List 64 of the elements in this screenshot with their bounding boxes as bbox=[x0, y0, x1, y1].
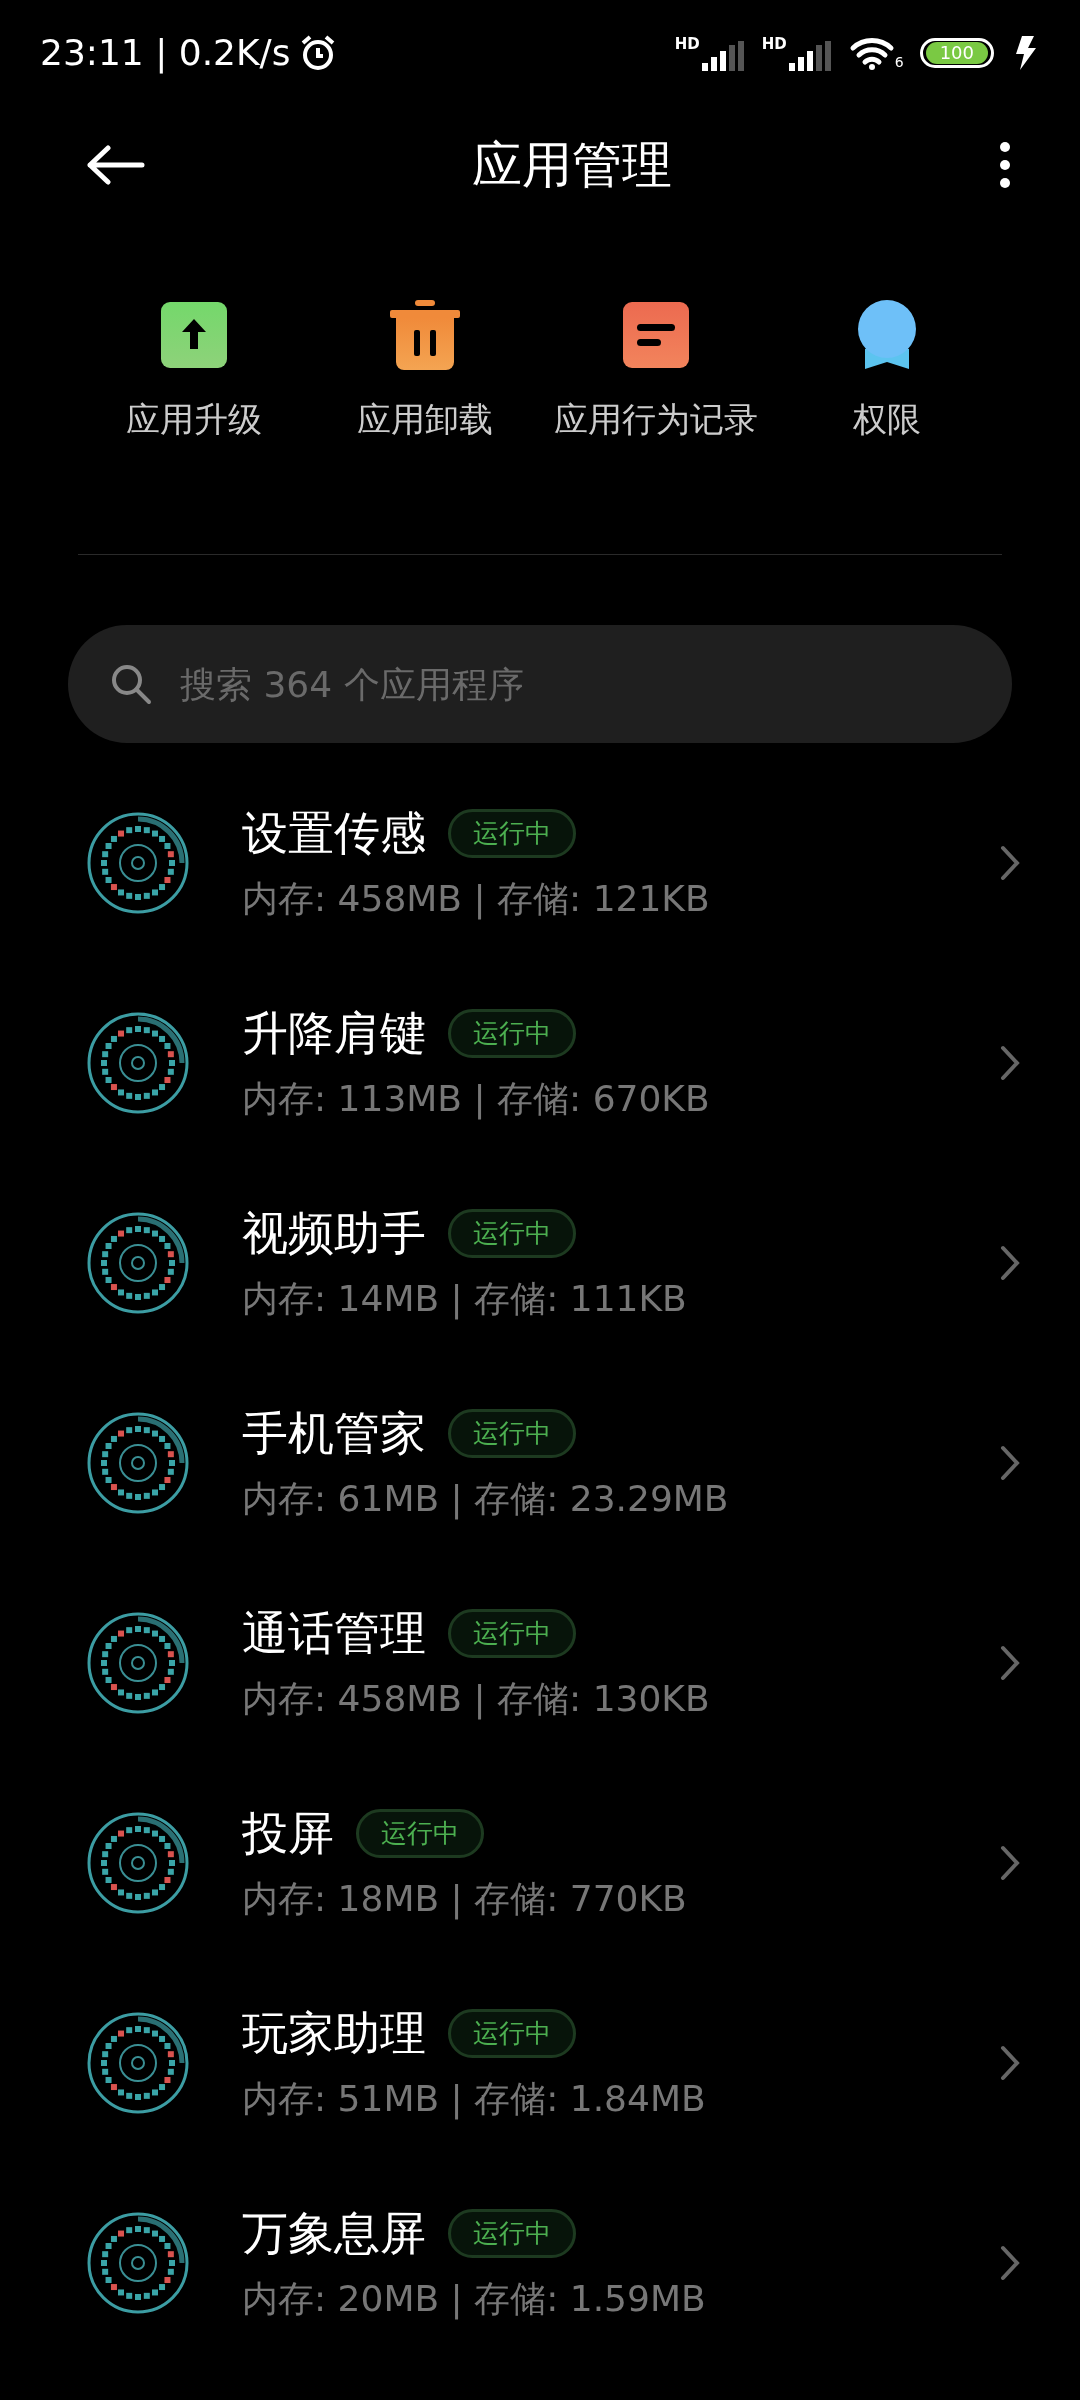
app-row[interactable]: 投屏 运行中 内存: 18MB | 存储: 770KB bbox=[0, 1763, 1080, 1963]
more-icon bbox=[998, 141, 1012, 189]
running-badge: 运行中 bbox=[448, 2009, 576, 2058]
running-badge: 运行中 bbox=[448, 1409, 576, 1458]
page-title: 应用管理 bbox=[471, 134, 673, 196]
app-usage: 内存: 113MB | 存储: 670KB bbox=[242, 1076, 711, 1122]
search-field[interactable]: 搜索 364 个应用程序 bbox=[68, 625, 1012, 743]
app-row[interactable]: 通话管理 运行中 内存: 458MB | 存储: 130KB bbox=[0, 1563, 1080, 1763]
chevron-icon bbox=[1000, 1045, 1020, 1081]
search-input[interactable]: 搜索 364 个应用程序 bbox=[178, 662, 970, 706]
app-usage: 内存: 458MB | 存储: 121KB bbox=[242, 876, 711, 922]
action-button[interactable]: 应用行为记录 bbox=[540, 299, 771, 554]
chevron-icon bbox=[1000, 1845, 1020, 1881]
upload-icon bbox=[160, 302, 227, 368]
app-usage: 内存: 51MB | 存储: 1.84MB bbox=[242, 2076, 707, 2122]
action-button[interactable]: 权限 bbox=[771, 299, 1002, 554]
gauge-icon bbox=[86, 2211, 190, 2315]
running-badge: 运行中 bbox=[448, 809, 576, 858]
search-icon bbox=[110, 663, 152, 705]
app-row[interactable]: 手机管家 运行中 内存: 61MB | 存储: 23.29MB bbox=[0, 1363, 1080, 1563]
chevron-icon bbox=[1000, 2045, 1020, 2081]
app-row[interactable]: 视频助手 运行中 内存: 14MB | 存储: 111KB bbox=[0, 1163, 1080, 1363]
action-button[interactable]: 应用卸载 bbox=[309, 299, 540, 554]
battery-icon: 100 bbox=[919, 37, 994, 68]
app-row[interactable]: 设置传感 运行中 内存: 458MB | 存储: 121KB bbox=[0, 763, 1080, 963]
trash-icon bbox=[389, 300, 460, 370]
app-name: 视频助手 bbox=[242, 1204, 426, 1262]
chevron-icon bbox=[1000, 845, 1020, 881]
running-badge: 运行中 bbox=[448, 2209, 576, 2258]
app-usage: 内存: 14MB | 存储: 111KB bbox=[242, 1276, 688, 1322]
chevron-icon bbox=[1000, 1445, 1020, 1481]
gauge-icon bbox=[86, 1211, 190, 1315]
app-name: 万象息屏 bbox=[242, 2204, 426, 2262]
gauge-icon bbox=[86, 2011, 190, 2115]
gauge-icon bbox=[86, 811, 190, 915]
app-row[interactable]: 万象息屏 运行中 内存: 20MB | 存储: 1.59MB bbox=[0, 2163, 1080, 2363]
app-usage: 内存: 20MB | 存储: 1.59MB bbox=[242, 2276, 707, 2322]
app-name: 投屏 bbox=[242, 1804, 334, 1862]
app-row[interactable]: 玩家助理 运行中 内存: 51MB | 存储: 1.84MB bbox=[0, 1963, 1080, 2163]
chevron-icon bbox=[1000, 1245, 1020, 1281]
gauge-icon bbox=[86, 1411, 190, 1515]
running-badge: 运行中 bbox=[448, 1209, 576, 1258]
app-usage: 内存: 18MB | 存储: 770KB bbox=[242, 1876, 688, 1922]
running-badge: 运行中 bbox=[356, 1809, 484, 1858]
back-icon bbox=[84, 145, 146, 185]
document-icon bbox=[622, 302, 689, 368]
app-usage: 内存: 61MB | 存储: 23.29MB bbox=[242, 1476, 730, 1522]
chevron-icon bbox=[1000, 1645, 1020, 1681]
chevron-icon bbox=[1000, 2245, 1020, 2281]
app-name: 升降肩键 bbox=[242, 1004, 426, 1062]
app-name: 设置传感 bbox=[242, 804, 426, 862]
app-name: 通话管理 bbox=[242, 1604, 426, 1662]
gauge-icon bbox=[86, 1811, 190, 1915]
app-name: 手机管家 bbox=[242, 1404, 426, 1462]
app-name: 玩家助理 bbox=[242, 2004, 426, 2062]
running-badge: 运行中 bbox=[448, 1009, 576, 1058]
action-button[interactable]: 应用升级 bbox=[78, 299, 309, 554]
status-time: 23:11 | 0.2K/s bbox=[40, 32, 291, 73]
app-usage: 内存: 458MB | 存储: 130KB bbox=[242, 1676, 711, 1722]
app-row[interactable]: 升降肩键 运行中 内存: 113MB | 存储: 670KB bbox=[0, 963, 1080, 1163]
gauge-icon bbox=[86, 1011, 190, 1115]
gauge-icon bbox=[86, 1611, 190, 1715]
running-badge: 运行中 bbox=[448, 1609, 576, 1658]
badge-icon bbox=[856, 299, 917, 371]
